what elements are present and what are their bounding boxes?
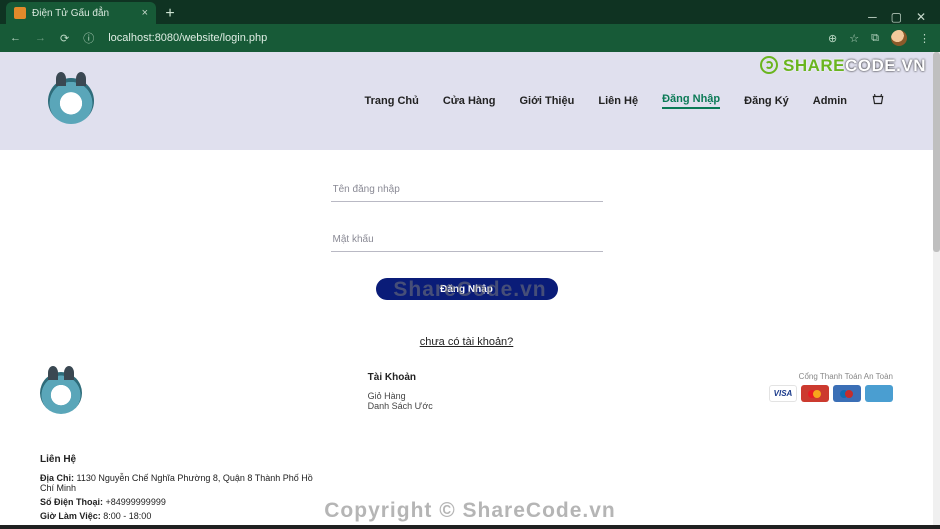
footer-link-cart[interactable]: Giỏ Hàng [368, 391, 406, 401]
reload-icon[interactable]: ⟳ [60, 32, 69, 45]
menu-icon[interactable]: ⋮ [919, 32, 930, 45]
page-viewport: SHARECODE.VN ShareCode.vn Copyright © Sh… [0, 52, 940, 529]
contact-hours: Giờ Làm Việc: 8:00 - 18:00 [40, 511, 318, 521]
contact-address: Địa Chỉ: 1130 Nguyễn Chế Nghĩa Phường 8,… [40, 473, 318, 493]
address-bar[interactable]: localhost:8080/website/login.php [108, 32, 267, 44]
footer-col-payment: Cổng Thanh Toán An Toàn VISA [615, 372, 893, 521]
browser-toolbar: ← → ⟳ ⓘ localhost:8080/website/login.php… [0, 24, 940, 52]
extensions-icon[interactable]: ⧉ [871, 32, 879, 45]
mastercard-icon [801, 385, 829, 402]
forward-icon[interactable]: → [35, 32, 46, 44]
new-tab-button[interactable]: + [160, 4, 180, 24]
cart-icon[interactable] [871, 93, 885, 110]
safe-payment-label: Cổng Thanh Toán An Toàn [615, 372, 893, 381]
back-icon[interactable]: ← [10, 32, 21, 44]
main-nav: Trang Chủ Cửa Hàng Giới Thiệu Liên Hệ Đă… [364, 93, 885, 110]
login-form: Đăng Nhập [331, 178, 603, 300]
contact-phone: Số Điện Thoại: +84999999999 [40, 497, 318, 507]
site-footer: Liên Hệ Địa Chỉ: 1130 Nguyễn Chế Nghĩa P… [0, 354, 933, 529]
bookmark-icon[interactable]: ☆ [849, 32, 859, 45]
tab-title: Điện Tử Gấu đẳn [32, 8, 109, 19]
nav-admin[interactable]: Admin [813, 95, 847, 107]
maximize-icon[interactable]: ▢ [891, 10, 902, 24]
close-window-icon[interactable]: ✕ [916, 10, 926, 24]
site-info-icon[interactable]: ⓘ [83, 30, 94, 46]
vertical-scrollbar[interactable] [933, 52, 940, 529]
footer-link-wishlist[interactable]: Danh Sách Ước [368, 401, 433, 411]
zoom-icon[interactable]: ⊕ [828, 32, 837, 45]
visa-icon: VISA [769, 385, 797, 402]
browser-tab-bar: Điện Tử Gấu đẳn × + ─ ▢ ✕ [0, 0, 940, 24]
account-heading: Tài Khoản [368, 372, 606, 383]
username-input[interactable] [331, 178, 603, 202]
nav-login[interactable]: Đăng Nhập [662, 93, 720, 109]
site-logo[interactable] [48, 78, 94, 124]
payment-badges: VISA [769, 385, 893, 402]
login-button[interactable]: Đăng Nhập [376, 278, 558, 300]
horizontal-scrollbar[interactable] [0, 525, 940, 529]
profile-avatar[interactable] [891, 30, 907, 46]
maestro-icon [833, 385, 861, 402]
nav-contact[interactable]: Liên Hệ [598, 95, 638, 107]
window-controls: ─ ▢ ✕ [868, 10, 934, 24]
scrollbar-thumb[interactable] [933, 52, 940, 252]
nav-register[interactable]: Đăng Ký [744, 95, 789, 107]
password-input[interactable] [331, 228, 603, 252]
contact-heading: Liên Hệ [40, 454, 318, 465]
footer-logo [40, 372, 82, 414]
login-section: Đăng Nhập chưa có tài khoản? [0, 150, 933, 354]
site-header: Trang Chủ Cửa Hàng Giới Thiệu Liên Hệ Đă… [0, 52, 933, 150]
close-icon[interactable]: × [142, 7, 148, 19]
nav-home[interactable]: Trang Chủ [364, 95, 418, 107]
minimize-icon[interactable]: ─ [868, 10, 877, 24]
browser-tab[interactable]: Điện Tử Gấu đẳn × [6, 2, 156, 24]
amex-icon [865, 385, 893, 402]
tab-favicon [14, 7, 26, 19]
nav-shop[interactable]: Cửa Hàng [443, 95, 496, 107]
footer-col-left: Liên Hệ Địa Chỉ: 1130 Nguyễn Chế Nghĩa P… [40, 372, 318, 521]
nav-about[interactable]: Giới Thiệu [519, 95, 574, 107]
no-account-link[interactable]: chưa có tài khoản? [420, 336, 514, 348]
footer-col-account: Tài Khoản Giỏ Hàng Danh Sách Ước [328, 372, 606, 521]
